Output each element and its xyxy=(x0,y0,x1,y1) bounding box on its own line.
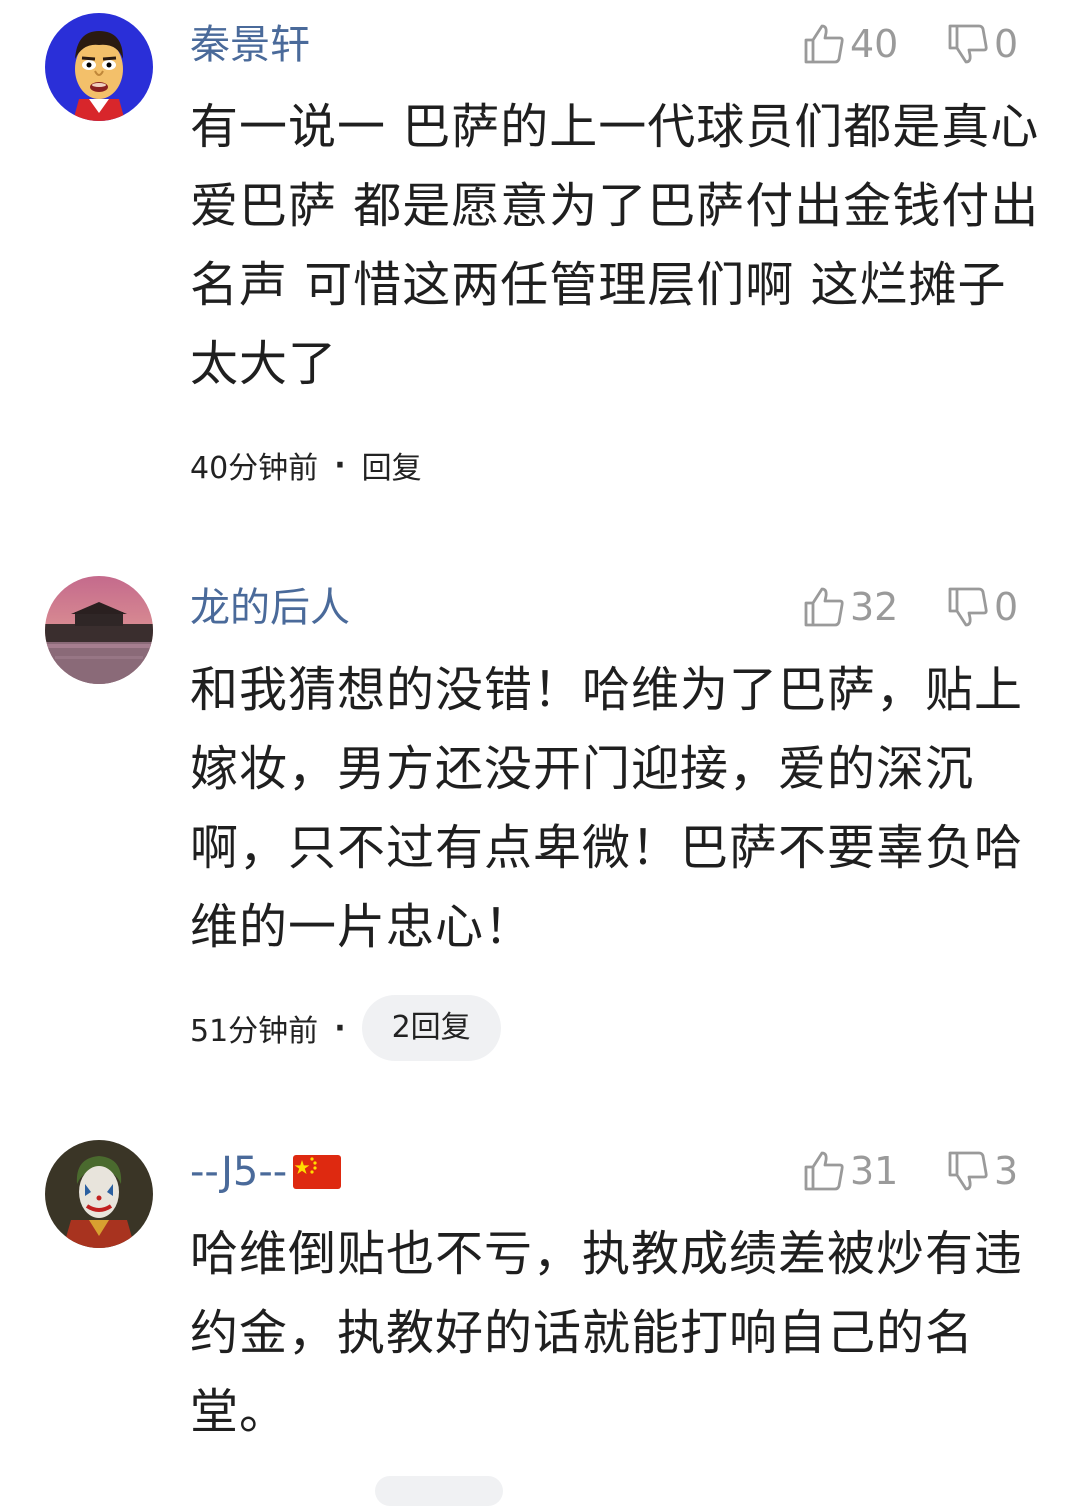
comment-time: 51分钟前 xyxy=(190,1014,319,1049)
comment-meta: 51分钟前 · 2回复 xyxy=(190,995,501,1061)
reply-button[interactable]: 回复 xyxy=(362,443,422,487)
comment-item: --J5-- 31 3 哈维倒贴也不亏，执教成绩差被炒有违约金，执教好的话就能打… xyxy=(0,1127,1080,1485)
comment-item: 秦景轩 40 0 有一说一 巴萨的上一代球员们都是真心爱巴萨 都是愿意为了巴萨付… xyxy=(0,0,1080,540)
comment-text: 有一说一 巴萨的上一代球员们都是真心爱巴萨 都是愿意为了巴萨付出金钱付出名声 可… xyxy=(190,99,1040,392)
like-button[interactable]: 31 xyxy=(802,1149,898,1193)
like-count: 40 xyxy=(850,22,899,66)
replies-button[interactable]: 2回复 xyxy=(361,995,501,1061)
dislike-button[interactable]: 3 xyxy=(946,1149,1018,1193)
user-avatar[interactable] xyxy=(45,576,153,684)
dislike-count: 3 xyxy=(994,1149,1019,1193)
thumbs-down-icon xyxy=(948,24,988,64)
dislike-button[interactable]: 0 xyxy=(946,22,1018,66)
thumbs-up-icon xyxy=(804,1151,844,1191)
thumbs-down-icon xyxy=(948,1151,988,1191)
palace-sunset-avatar-icon xyxy=(45,576,153,684)
comment-text: 和我猜想的没错！哈维为了巴萨，贴上嫁妆，男方还没开门迎接，爱的深沉啊，只不过有点… xyxy=(190,662,1024,955)
china-flag-icon xyxy=(293,1148,342,1204)
username[interactable]: --J5-- xyxy=(190,1144,342,1204)
dislike-count: 0 xyxy=(994,22,1019,66)
thumbs-up-icon xyxy=(804,24,844,64)
like-button[interactable]: 32 xyxy=(802,585,898,629)
like-count: 31 xyxy=(850,1149,899,1193)
separator-dot: · xyxy=(334,1010,346,1046)
comment-text: 哈维倒贴也不亏，执教成绩差被炒有违约金，执教好的话就能打响自己的名堂。 xyxy=(190,1226,1024,1440)
user-avatar[interactable] xyxy=(45,13,153,121)
like-count: 32 xyxy=(850,585,899,629)
comment-meta: 40分钟前 · 回复 xyxy=(190,432,422,498)
cartoon-face-avatar-icon xyxy=(45,13,153,121)
dislike-button[interactable]: 0 xyxy=(946,585,1018,629)
username[interactable]: 秦景轩 xyxy=(190,17,310,73)
username[interactable]: 龙的后人 xyxy=(190,580,350,636)
thumbs-up-icon xyxy=(804,587,844,627)
replies-button-partial[interactable] xyxy=(375,1476,503,1506)
comment-time: 40分钟前 xyxy=(190,451,319,486)
username-text: --J5-- xyxy=(190,1149,288,1195)
thumbs-down-icon xyxy=(948,587,988,627)
like-button[interactable]: 40 xyxy=(802,22,898,66)
user-avatar[interactable] xyxy=(45,1140,153,1248)
joker-avatar-icon xyxy=(45,1140,153,1248)
comment-item: 龙的后人 32 0 和我猜想的没错！哈维为了巴萨，贴上嫁妆，男方还没开门迎接，爱… xyxy=(0,563,1080,1083)
dislike-count: 0 xyxy=(994,585,1019,629)
separator-dot: · xyxy=(334,447,346,483)
